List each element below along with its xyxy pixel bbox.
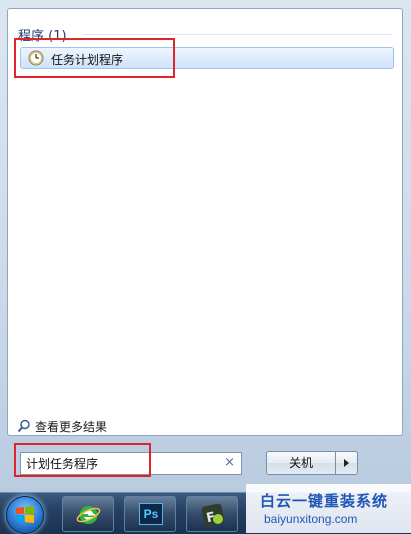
clear-search-icon[interactable]: × xyxy=(224,455,235,471)
internet-explorer-icon xyxy=(76,506,101,524)
taskbar-ie-button[interactable] xyxy=(62,496,114,532)
taskbar-app-button[interactable]: F xyxy=(186,496,238,532)
see-more-label: 查看更多结果 xyxy=(35,420,108,434)
start-menu: 程序 (1) 任务计划程序 查看更多结果 × 关机 xyxy=(0,0,411,492)
search-icon xyxy=(17,419,30,433)
shutdown-button[interactable]: 关机 xyxy=(266,451,336,475)
photoshop-icon: Ps xyxy=(139,503,163,525)
shutdown-options-arrow-icon[interactable] xyxy=(336,451,358,475)
start-button[interactable] xyxy=(6,496,44,534)
windows-logo-icon xyxy=(16,506,34,523)
taskbar-photoshop-button[interactable]: Ps xyxy=(124,496,176,532)
shutdown-group: 关机 xyxy=(266,451,358,475)
highlight-result-box xyxy=(14,38,175,78)
section-divider xyxy=(84,34,392,35)
watermark-title: 白云一键重装系统 xyxy=(260,492,389,510)
watermark-url: baiyunxitong.com xyxy=(264,512,358,526)
watermark: 白云一键重装系统 baiyunxitong.com xyxy=(246,484,411,533)
highlight-search-box xyxy=(14,443,151,477)
tool-app-icon: F xyxy=(201,503,225,527)
